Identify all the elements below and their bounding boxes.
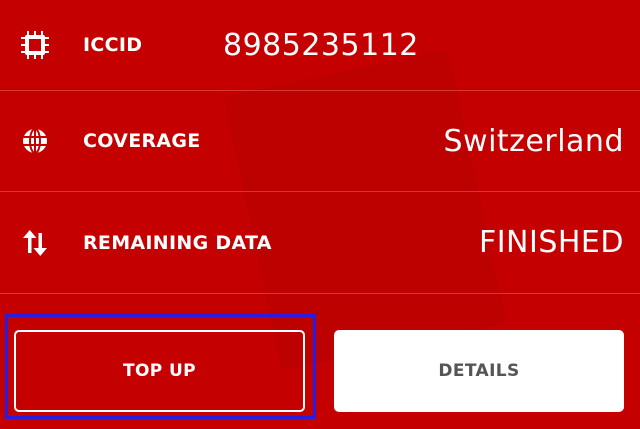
remaining-data-value: FINISHED — [478, 225, 624, 260]
iccid-label: ICCID — [83, 34, 143, 56]
top-up-button[interactable]: TOP UP — [14, 330, 305, 412]
transfer-arrows-icon — [19, 227, 51, 259]
coverage-row: COVERAGE Switzerland — [0, 91, 640, 192]
action-bar: TOP UP DETAILS — [0, 314, 640, 429]
globe-icon — [19, 125, 51, 157]
iccid-value: 8985235112 — [223, 27, 419, 63]
coverage-label: COVERAGE — [83, 130, 201, 152]
coverage-value: Switzerland — [443, 123, 624, 159]
details-button[interactable]: DETAILS — [334, 330, 624, 412]
sim-chip-icon — [19, 29, 51, 61]
remaining-data-row: REMAINING DATA FINISHED — [0, 192, 640, 294]
iccid-row: ICCID 8985235112 — [0, 0, 640, 91]
remaining-data-label: REMAINING DATA — [83, 231, 272, 254]
esim-info-list: ICCID 8985235112 COVERAGE Switzerland RE… — [0, 0, 640, 294]
